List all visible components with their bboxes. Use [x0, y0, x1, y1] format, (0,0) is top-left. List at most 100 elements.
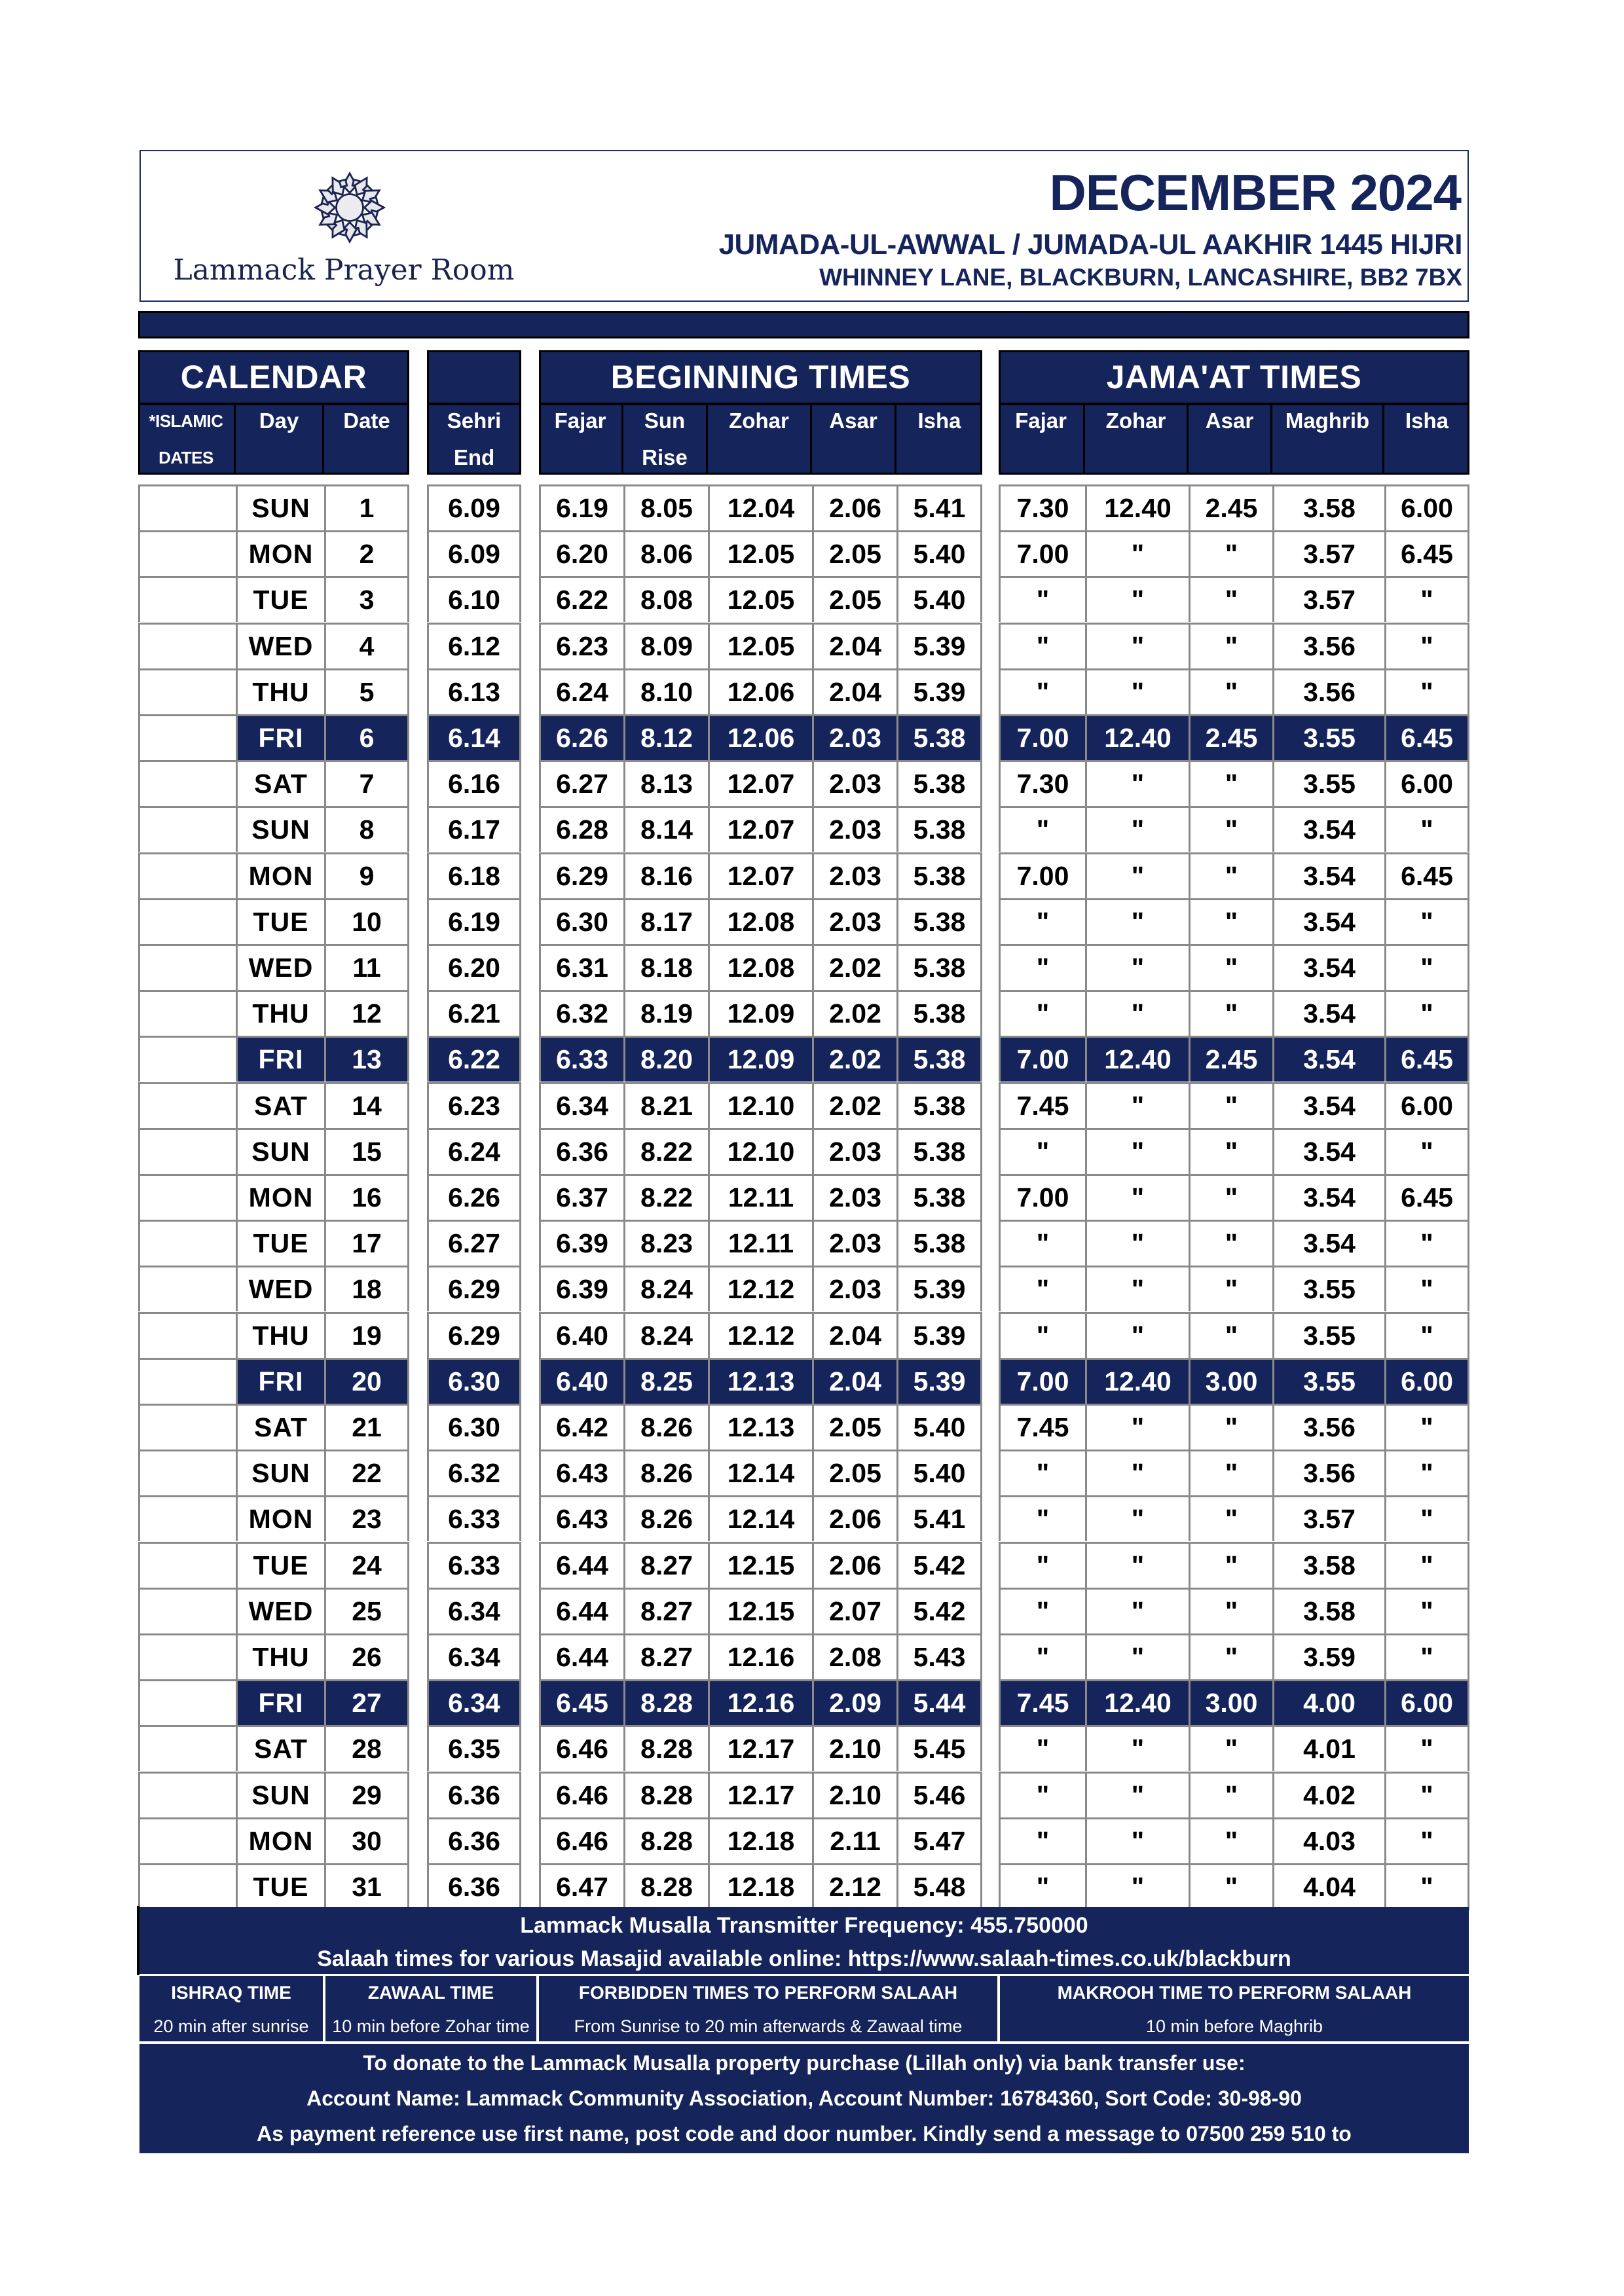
sehri-row: 6.26	[427, 1174, 521, 1220]
calendar-date-cell: 8	[324, 806, 409, 852]
calendar-date-cell: 24	[324, 1541, 409, 1588]
beginning-times-zohar-cell: 12.10	[708, 1082, 812, 1128]
beginning-times-zohar-cell: 12.04	[708, 484, 812, 530]
jamaat-times-asar-cell: 2.45	[1189, 484, 1272, 530]
beginning-times-fajar-cell: 6.31	[539, 944, 623, 990]
info-text: 10 min before Maghrib	[1145, 2016, 1323, 2036]
calendar-day-cell: MON	[236, 1174, 324, 1220]
beginning-times-isha-cell: 5.38	[896, 944, 982, 990]
calendar-row: MON 30	[138, 1817, 409, 1863]
beginning-times-asar-cell: 2.02	[812, 944, 896, 990]
jamaat-times-zohar-cell: "	[1085, 852, 1189, 898]
jamaat-times-fajar-cell: "	[999, 990, 1085, 1036]
jamaat-times-maghrib-cell: 3.54	[1272, 944, 1384, 990]
calendar-day-cell: SUN	[236, 806, 324, 852]
calendar-row: WED 25	[138, 1587, 409, 1633]
beginning-times-fajar-cell: 6.23	[539, 622, 623, 668]
sehri-sehri-end-cell: 6.14	[427, 714, 521, 760]
calendar-day-cell: MON	[236, 1495, 324, 1542]
jamaat-times-fajar-cell: 7.30	[999, 484, 1085, 530]
jamaat-times-fajar-cell: 7.30	[999, 760, 1085, 807]
jamaat-times-asar-cell: "	[1189, 1541, 1272, 1588]
beginning-times-fajar-cell: 6.40	[539, 1311, 623, 1358]
beginning-times-row: 6.40 8.25 12.13 2.04 5.39	[539, 1357, 982, 1404]
jamaat-times-fajar-cell: 7.00	[999, 714, 1085, 760]
calendar-islamic-cell	[138, 1817, 236, 1863]
jamaat-times-fajar-cell: "	[999, 1127, 1085, 1174]
jamaat-times-maghrib-cell: 4.03	[1272, 1817, 1384, 1863]
column-header: Sehri End	[447, 409, 502, 469]
calendar-islamic-cell	[138, 1357, 236, 1404]
calendar-islamic-cell	[138, 1633, 236, 1679]
jamaat-times-asar-cell: "	[1189, 1220, 1272, 1266]
beginning-times-fajar-cell: 6.44	[539, 1541, 623, 1588]
jamaat-times-asar-cell: "	[1189, 1311, 1272, 1358]
calendar-row: SAT 7	[138, 760, 409, 807]
calendar-day-cell: MON	[236, 852, 324, 898]
calendar-date-cell: 2	[324, 530, 409, 577]
sehri-sehri-end-cell: 6.27	[427, 1220, 521, 1266]
beginning-times-isha-cell: 5.44	[896, 1679, 982, 1726]
jamaat-times-zohar-cell: "	[1085, 760, 1189, 807]
sehri-sehri-end-cell: 6.24	[427, 1127, 521, 1174]
jamaat-times-fajar-cell: "	[999, 576, 1085, 623]
calendar-islamic-cell	[138, 484, 236, 530]
beginning-times-fajar-cell: 6.45	[539, 1679, 623, 1726]
jamaat-times-row: " " " 3.58 "	[999, 1541, 1469, 1588]
jamaat-times-fajar-cell: "	[999, 944, 1085, 990]
jamaat-times-maghrib-cell: 3.54	[1272, 1220, 1384, 1266]
jamaat-times-maghrib-cell: 3.54	[1272, 1127, 1384, 1174]
column-header: *ISLAMIC DATES	[138, 403, 236, 473]
beginning-times-fajar-cell: 6.36	[539, 1127, 623, 1174]
calendar-row: FRI 13	[138, 1036, 409, 1082]
beginning-times-zohar-cell: 12.09	[708, 1036, 812, 1082]
beginning-times-asar-cell: 2.11	[812, 1817, 896, 1863]
beginning-times-sunrise-cell: 8.22	[623, 1174, 708, 1220]
column-header: Isha	[1405, 409, 1449, 433]
beginning-times-asar-cell: 2.02	[812, 990, 896, 1036]
jamaat-times-row: " " " 3.55 "	[999, 1311, 1469, 1358]
divider-bar	[138, 311, 1469, 338]
calendar-row: WED 11	[138, 944, 409, 990]
beginning-times-zohar-cell: 12.14	[708, 1449, 812, 1496]
beginning-times-sunrise-cell: 8.13	[623, 760, 708, 807]
beginning-times-row: 6.28 8.14 12.07 2.03 5.38	[539, 806, 982, 852]
beginning-times-sunrise-cell: 8.23	[623, 1220, 708, 1266]
online-timetable-link[interactable]: Salaah times for various Masajid availab…	[139, 1942, 1469, 1975]
jamaat-times-row: " " " 3.58 "	[999, 1587, 1469, 1633]
beginning-times-asar-cell: 2.03	[812, 1127, 896, 1174]
beginning-times-fajar-cell: 6.43	[539, 1449, 623, 1496]
jamaat-times-fajar-cell: "	[999, 1311, 1085, 1358]
jamaat-times-row: 7.00 " " 3.54 6.45	[999, 852, 1469, 898]
jamaat-times-row: 7.00 12.40 3.00 3.55 6.00	[999, 1357, 1469, 1404]
beginning-times-isha-cell: 5.38	[896, 1174, 982, 1220]
jamaat-times-isha-cell: "	[1384, 1541, 1469, 1588]
beginning-times-row: 6.29 8.16 12.07 2.03 5.38	[539, 852, 982, 898]
jamaat-times-isha-cell: 6.00	[1384, 1679, 1469, 1726]
info-title: ZAWAAL TIME	[367, 1982, 494, 2003]
jamaat-times-asar-cell: "	[1189, 1771, 1272, 1817]
jamaat-times-maghrib-cell: 3.56	[1272, 1449, 1384, 1496]
beginning-times-fajar-cell: 6.26	[539, 714, 623, 760]
beginning-times-zohar-cell: 12.11	[708, 1174, 812, 1220]
beginning-times-row: 6.34 8.21 12.10 2.02 5.38	[539, 1082, 982, 1128]
jamaat-times-row: " " " 3.59 "	[999, 1633, 1469, 1679]
beginning-times-fajar-cell: 6.30	[539, 898, 623, 944]
beginning-times-zohar-cell: 12.13	[708, 1404, 812, 1449]
info-text: 20 min after sunrise	[153, 2016, 309, 2036]
jamaat-times-row: " " " 4.01 "	[999, 1725, 1469, 1772]
jamaat-times-isha-cell: 6.45	[1384, 1174, 1469, 1220]
beginning-times-isha-cell: 5.42	[896, 1587, 982, 1633]
beginning-times-sunrise-cell: 8.28	[623, 1863, 708, 1909]
calendar-date-cell: 20	[324, 1357, 409, 1404]
account-details: Account Name: Lammack Community Associat…	[306, 2086, 1302, 2110]
calendar-islamic-cell	[138, 898, 236, 944]
calendar-islamic-cell	[138, 1220, 236, 1266]
jamaat-times-zohar-cell: "	[1085, 1174, 1189, 1220]
sehri-sehri-end-cell: 6.32	[427, 1449, 521, 1496]
calendar-row: SUN 8	[138, 806, 409, 852]
jamaat-times-zohar-cell: "	[1085, 1587, 1189, 1633]
beginning-times-sunrise-cell: 8.20	[623, 1036, 708, 1082]
calendar-date-cell: 14	[324, 1082, 409, 1128]
jamaat-times-isha-cell: "	[1384, 990, 1469, 1036]
